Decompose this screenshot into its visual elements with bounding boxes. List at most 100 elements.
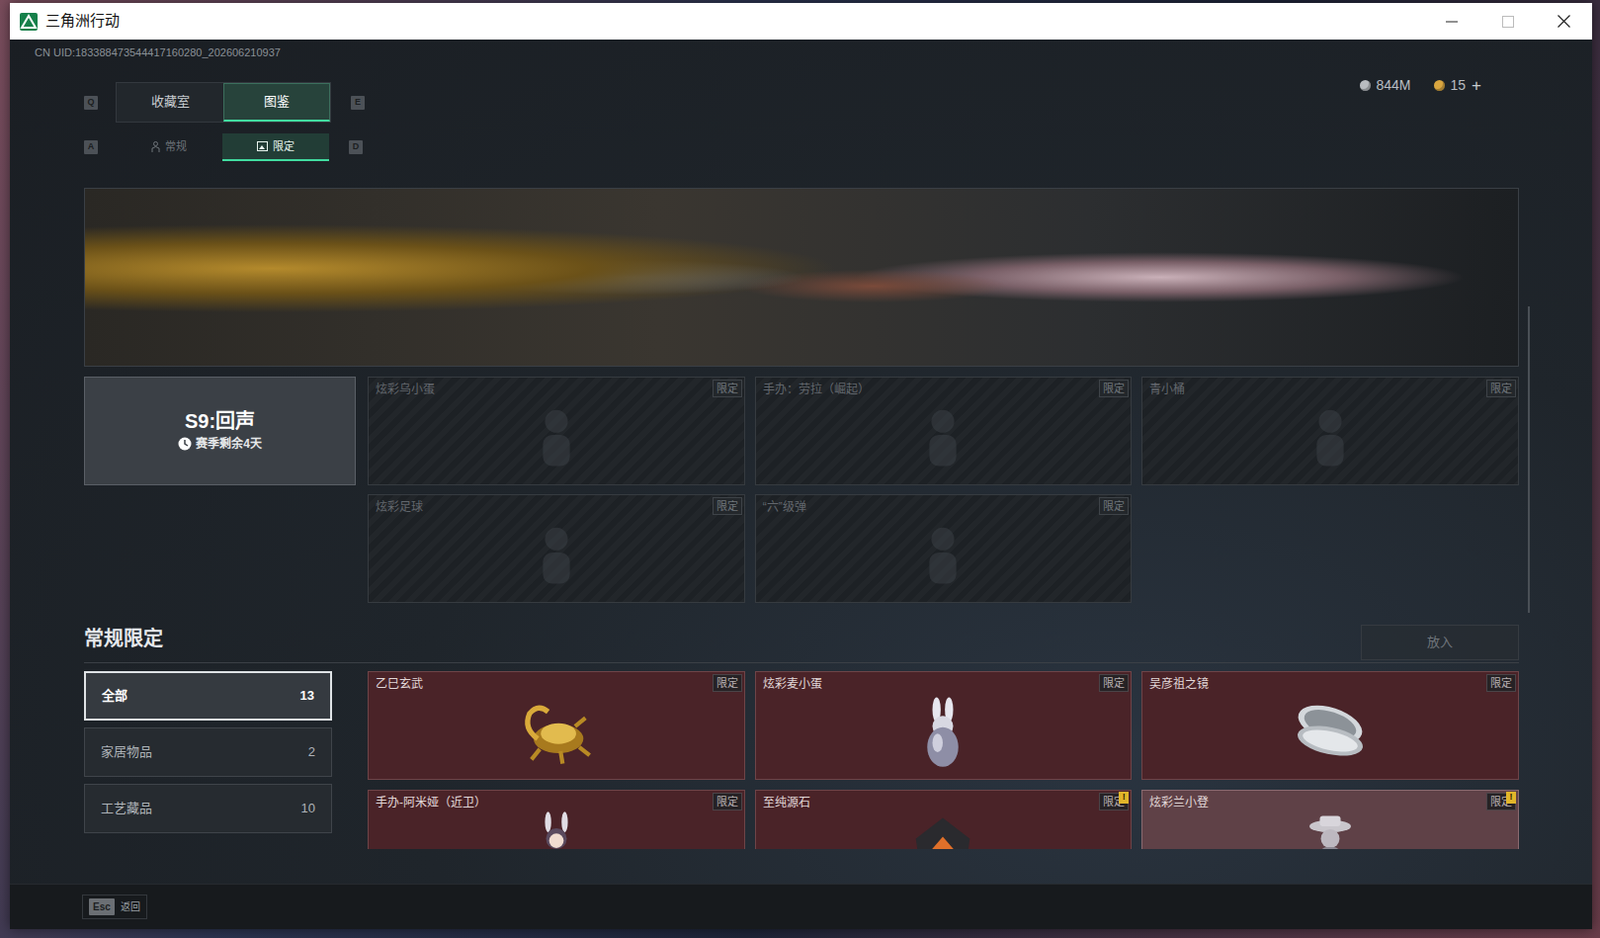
collectible-icon: [1288, 688, 1372, 772]
collectible-icon: [514, 807, 598, 849]
currency: 844M: [1359, 75, 1411, 96]
maximize-button: [1479, 2, 1536, 40]
clock-icon: [177, 436, 192, 451]
esc-key-hint: Esc: [88, 898, 115, 916]
collection-item-card[interactable]: 乙巳玄武限定: [367, 671, 746, 780]
collection-item-card[interactable]: 炫彩麦小蛋限定: [755, 671, 1133, 780]
scrollbar: [1527, 39, 1531, 849]
new-badge: !: [1506, 791, 1516, 804]
sub-tab-label: 限定: [272, 138, 295, 156]
season-remaining-text: 赛季剩余4天: [195, 434, 262, 453]
place-button-label: 放入: [1427, 632, 1453, 653]
item-name: 至纯源石: [762, 794, 811, 811]
back-button[interactable]: Esc 返回: [82, 894, 148, 920]
coin-icon: [1359, 80, 1371, 91]
item-name: 青小桶: [1149, 381, 1185, 398]
prev-key-hint: A: [84, 140, 98, 155]
limited-tag: 限定: [1098, 379, 1129, 398]
collection-section: 全部13家居物品2工艺藏品10乙巳玄武限定炫彩麦小蛋限定吴彦祖之镜限定手办-阿米…: [84, 671, 1519, 849]
footer-bar: Esc 返回: [9, 883, 1593, 929]
locked-item-icon: [514, 394, 598, 478]
limited-tag: 限定: [1486, 379, 1516, 398]
currency-bar: 844M 15 +: [1359, 75, 1482, 96]
collection-item-card[interactable]: 炫彩兰小登限定!: [1141, 789, 1519, 849]
limited-tag: 限定: [712, 497, 743, 515]
season-item-card[interactable]: “六”级弹限定: [755, 494, 1133, 603]
place-button[interactable]: 放入: [1360, 624, 1519, 661]
item-name: 手办-阿米娅（近卫）: [375, 794, 487, 811]
season-item-card[interactable]: 炫彩乌小蛋 限定: [367, 376, 746, 486]
next-key-hint: D: [348, 140, 363, 155]
currency-amount: 15: [1449, 75, 1466, 96]
item-name: 炫彩麦小蛋: [762, 675, 823, 692]
sub-tab[interactable]: 限定: [222, 133, 330, 162]
locked-item-icon: [514, 511, 598, 595]
close-button[interactable]: [1535, 2, 1593, 40]
locked-item-icon: [901, 394, 985, 478]
minimize-icon: [1445, 15, 1458, 28]
back-label: 返回: [120, 899, 141, 915]
category-count: 10: [301, 798, 316, 819]
season-item-card[interactable]: 青小桶 限定: [1141, 376, 1519, 486]
season-items-grid: 炫彩乌小蛋限定手办：劳拉（崛起）限定青小桶限定炫彩足球限定“六”级弹限定: [367, 376, 1519, 603]
main-tab-label: 图鉴: [263, 91, 290, 112]
category-count: 13: [300, 685, 315, 706]
limited-tag: 限定: [712, 379, 743, 398]
sub-tab-row: A 常规 限定 D: [84, 133, 1519, 162]
collection-item-card[interactable]: 手办-阿米娅（近卫） 限定: [367, 789, 746, 849]
category-label: 全部: [101, 685, 128, 706]
item-name: 手办：劳拉（崛起）: [762, 381, 870, 398]
category-item[interactable]: 全部 13: [84, 671, 333, 721]
item-name: 吴彦祖之镜: [1149, 675, 1209, 692]
prev-key-hint: Q: [84, 95, 98, 110]
item-name: 乙巳玄武: [375, 675, 423, 692]
minimize-button[interactable]: [1423, 2, 1480, 40]
category-label: 工艺藏品: [100, 798, 153, 819]
limited-tag: 限定: [712, 792, 743, 811]
season-card: S9:回声赛季剩余4天: [84, 376, 356, 486]
main-tab-group: 收藏室 图鉴: [115, 82, 332, 123]
close-icon: [1557, 14, 1571, 28]
item-name: 炫彩乌小蛋: [375, 381, 435, 398]
season-title: S9:回声: [184, 409, 255, 433]
collection-grid: 乙巳玄武限定炫彩麦小蛋限定吴彦祖之镜限定手办-阿米娅（近卫）限定至纯源石限定!炫…: [367, 671, 1519, 849]
locked-item-icon: [901, 511, 985, 595]
season-section: S9:回声赛季剩余4天炫彩乌小蛋限定手办：劳拉（崛起）限定青小桶限定炫彩足球限定…: [84, 376, 1519, 603]
collection-content: CN UID:183388473544417160280_20260621093…: [84, 39, 1519, 849]
window-title: 三角洲行动: [45, 9, 120, 33]
new-badge: !: [1118, 791, 1129, 804]
sub-tab[interactable]: 常规: [115, 133, 223, 162]
collection-item-card[interactable]: 至纯源石限定!: [755, 789, 1133, 849]
collectible-icon: [514, 688, 598, 772]
category-item[interactable]: 工艺藏品 10: [84, 783, 333, 834]
game-logo-icon: [19, 12, 38, 31]
section-title: 常规限定: [84, 620, 164, 654]
category-item[interactable]: 家居物品2: [84, 727, 333, 777]
main-tab-label: 收藏室: [151, 91, 190, 112]
game-screen: CN UID:183388473544417160280_20260621093…: [9, 39, 1593, 929]
main-tab[interactable]: 收藏室: [116, 83, 224, 122]
item-name: 炫彩兰小登: [1149, 794, 1209, 811]
title-bar: 三角洲行动: [9, 2, 1593, 40]
uid-label: CN UID:183388473544417160280_20260621093…: [34, 45, 1519, 60]
collectible-icon: [901, 807, 985, 849]
main-tab[interactable]: 图鉴: [223, 83, 331, 122]
scrollbar-thumb[interactable]: [1527, 306, 1530, 613]
collectible-icon: [901, 688, 985, 772]
collectible-icon: [1288, 807, 1372, 849]
season-item-card[interactable]: 手办：劳拉（崛起） 限定: [755, 376, 1133, 486]
item-name: 炫彩足球: [375, 499, 423, 515]
app-window: 三角洲行动 CN UID:183388473544417160280_20260…: [9, 2, 1593, 929]
add-currency-button[interactable]: +: [1471, 77, 1482, 94]
season-item-card[interactable]: 炫彩足球 限定: [367, 494, 746, 603]
category-list: 全部 13 家居物品2 工艺藏品 10: [84, 671, 333, 849]
collection-item-card[interactable]: 吴彦祖之镜限定: [1141, 671, 1519, 780]
coin-icon: [1433, 80, 1445, 91]
category-count: 2: [308, 742, 316, 762]
section-header: 常规限定 放入: [84, 620, 1519, 664]
item-name: “六”级弹: [762, 499, 807, 515]
next-key-hint: E: [350, 95, 365, 110]
locked-item-icon: [1288, 394, 1372, 478]
season-banner: [84, 187, 1519, 367]
frame-icon: [256, 141, 268, 152]
